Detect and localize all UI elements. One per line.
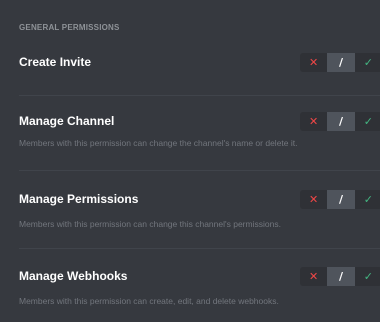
permission-description: Members with this permission can change … <box>19 138 298 148</box>
permission-description: Members with this permission can change … <box>19 219 281 229</box>
permission-name: Manage Permissions <box>19 192 139 206</box>
divider <box>19 248 380 249</box>
passthrough-button[interactable]: / <box>327 53 355 72</box>
permission-name: Manage Channel <box>19 114 115 128</box>
allow-button[interactable]: ✓ <box>355 112 380 131</box>
divider <box>19 170 380 171</box>
permission-name: Create Invite <box>19 55 92 69</box>
allow-button[interactable]: ✓ <box>355 267 380 286</box>
passthrough-button[interactable]: / <box>327 190 355 209</box>
permission-toggle: ✕ / ✓ <box>300 190 380 209</box>
allow-button[interactable]: ✓ <box>355 53 380 72</box>
deny-button[interactable]: ✕ <box>300 267 327 286</box>
allow-button[interactable]: ✓ <box>355 190 380 209</box>
passthrough-button[interactable]: / <box>327 267 355 286</box>
deny-button[interactable]: ✕ <box>300 112 327 131</box>
deny-button[interactable]: ✕ <box>300 53 327 72</box>
passthrough-button[interactable]: / <box>327 112 355 131</box>
divider <box>19 95 380 96</box>
section-title: GENERAL PERMISSIONS <box>19 23 120 32</box>
permission-name: Manage Webhooks <box>19 269 128 283</box>
permission-toggle: ✕ / ✓ <box>300 53 380 72</box>
permission-toggle: ✕ / ✓ <box>300 267 380 286</box>
permission-description: Members with this permission can create,… <box>19 296 279 306</box>
deny-button[interactable]: ✕ <box>300 190 327 209</box>
permission-toggle: ✕ / ✓ <box>300 112 380 131</box>
